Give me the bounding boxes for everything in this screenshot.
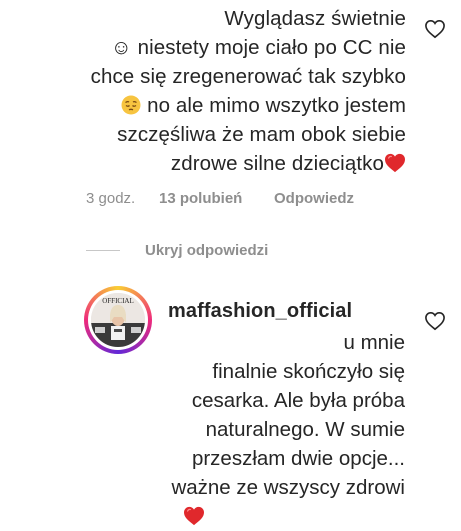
reply-username-link[interactable]: maffashion_official [168,300,352,323]
reply-button[interactable]: Odpowiedz [274,190,354,207]
comment-likes-link[interactable]: 13 polubień [159,190,274,207]
like-reply-heart-icon[interactable] [424,311,446,331]
reply-line-6: ważne ze wszyscy zdrowi [171,476,405,499]
comment-meta: 3 godz. 13 polubień Odpowiedz [86,190,354,207]
reply-line-2: finalnie skończyło się [212,360,405,383]
reply-line-3: cesarka. Ale była próba [191,389,405,412]
pensive-face-emoji-icon [121,95,141,115]
avatar-photo: OFFICIAL [91,293,145,347]
comment-line-1: Wyglądasz świetnie [224,7,406,30]
comment-line-4: no ale mimo wszytko jestem [147,94,406,117]
comment-line-6: zdrowe silne dzieciątko [170,152,384,175]
reply-line-5: przeszłam dwie opcje... [191,447,405,470]
comment-line-2: ☺ niestety moje ciało po CC nie [110,36,406,59]
reply-line-4: naturalnego. W sumie [205,418,405,441]
hide-replies-label: Ukryj odpowiedzi [145,242,269,259]
comment-line-5: szczęśliwa że mam obok siebie [117,123,406,146]
comment-line-3: chce się zregenerować tak szybko [90,65,406,88]
hide-replies-button[interactable]: Ukryj odpowiedzi [86,242,268,259]
reply-line-1: u mnie [343,331,405,354]
red-heart-emoji-icon [184,506,204,526]
hide-replies-divider [86,250,120,251]
red-heart-emoji-icon [385,153,405,173]
comment-time: 3 godz. [86,190,136,207]
reply-text: u mnie finalnie skończyło się cesarka. A… [165,328,405,531]
avatar-logo-text: OFFICIAL [102,297,134,305]
avatar[interactable]: OFFICIAL [84,286,152,354]
like-comment-heart-icon[interactable] [424,19,446,39]
comment-text: Wyglądasz świetnie ☺ niestety moje ciało… [84,4,406,178]
